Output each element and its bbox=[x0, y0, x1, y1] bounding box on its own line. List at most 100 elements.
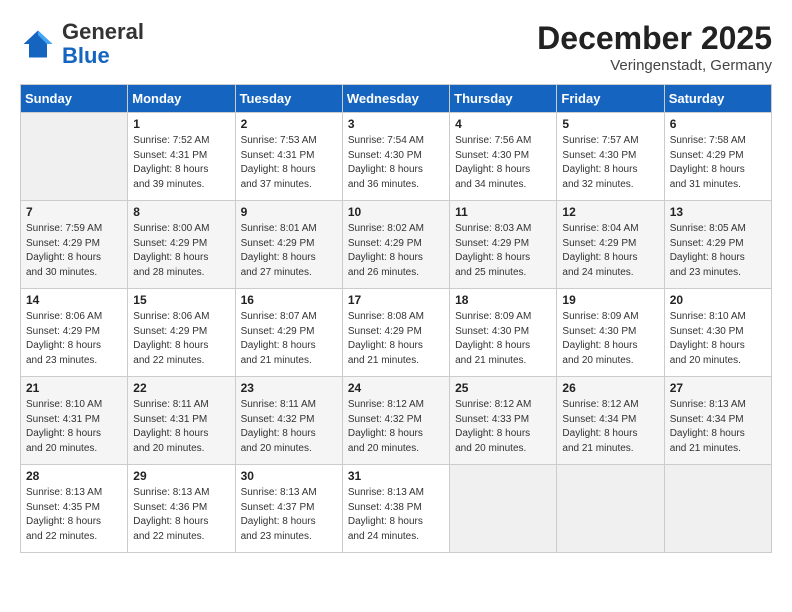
day-number: 5 bbox=[562, 117, 658, 131]
calendar-day-cell: 13 Sunrise: 8:05 AM Sunset: 4:29 PM Dayli… bbox=[664, 201, 771, 289]
weekday-header: Tuesday bbox=[235, 85, 342, 113]
calendar-day-cell: 2 Sunrise: 7:53 AM Sunset: 4:31 PM Daylig… bbox=[235, 113, 342, 201]
weekday-header: Saturday bbox=[664, 85, 771, 113]
calendar-week-row: 7 Sunrise: 7:59 AM Sunset: 4:29 PM Daylig… bbox=[21, 201, 772, 289]
day-info: Sunrise: 8:13 AM Sunset: 4:34 PM Dayligh… bbox=[670, 398, 766, 456]
day-number: 24 bbox=[348, 381, 444, 395]
day-info: Sunrise: 7:53 AM Sunset: 4:31 PM Dayligh… bbox=[241, 134, 337, 192]
day-number: 30 bbox=[241, 469, 337, 483]
day-info: Sunrise: 8:11 AM Sunset: 4:32 PM Dayligh… bbox=[241, 398, 337, 456]
day-info: Sunrise: 8:13 AM Sunset: 4:38 PM Dayligh… bbox=[348, 486, 444, 544]
day-info: Sunrise: 8:12 AM Sunset: 4:33 PM Dayligh… bbox=[455, 398, 551, 456]
day-info: Sunrise: 8:07 AM Sunset: 4:29 PM Dayligh… bbox=[241, 310, 337, 368]
logo-general-text: General bbox=[62, 19, 144, 44]
calendar-week-row: 28Sunrise: 8:13 AM Sunset: 4:35 PM Dayli… bbox=[21, 465, 772, 553]
day-number: 10 bbox=[348, 205, 444, 219]
calendar-day-cell: 31Sunrise: 8:13 AM Sunset: 4:38 PM Dayli… bbox=[342, 465, 449, 553]
day-number: 22 bbox=[133, 381, 229, 395]
weekday-header: Friday bbox=[557, 85, 664, 113]
calendar-day-cell: 27 Sunrise: 8:13 AM Sunset: 4:34 PM Dayli… bbox=[664, 377, 771, 465]
day-info: Sunrise: 8:01 AM Sunset: 4:29 PM Dayligh… bbox=[241, 222, 337, 280]
calendar-day-cell: 18 Sunrise: 8:09 AM Sunset: 4:30 PM Dayli… bbox=[450, 289, 557, 377]
calendar-day-cell: 1 Sunrise: 7:52 AM Sunset: 4:31 PM Daylig… bbox=[128, 113, 235, 201]
title-block: December 2025 Veringenstadt, Germany bbox=[537, 20, 772, 74]
day-info: Sunrise: 8:12 AM Sunset: 4:32 PM Dayligh… bbox=[348, 398, 444, 456]
weekday-header: Thursday bbox=[450, 85, 557, 113]
calendar-week-row: 14 Sunrise: 8:06 AM Sunset: 4:29 PM Dayli… bbox=[21, 289, 772, 377]
calendar-day-cell: 24 Sunrise: 8:12 AM Sunset: 4:32 PM Dayli… bbox=[342, 377, 449, 465]
day-info: Sunrise: 8:11 AM Sunset: 4:31 PM Dayligh… bbox=[133, 398, 229, 456]
calendar-day-cell: 5 Sunrise: 7:57 AM Sunset: 4:30 PM Daylig… bbox=[557, 113, 664, 201]
day-info: Sunrise: 8:08 AM Sunset: 4:29 PM Dayligh… bbox=[348, 310, 444, 368]
calendar-day-cell bbox=[21, 113, 128, 201]
day-number: 19 bbox=[562, 293, 658, 307]
calendar-day-cell bbox=[450, 465, 557, 553]
day-info: Sunrise: 8:00 AM Sunset: 4:29 PM Dayligh… bbox=[133, 222, 229, 280]
day-info: Sunrise: 7:59 AM Sunset: 4:29 PM Dayligh… bbox=[26, 222, 122, 280]
calendar-day-cell: 6 Sunrise: 7:58 AM Sunset: 4:29 PM Daylig… bbox=[664, 113, 771, 201]
day-info: Sunrise: 8:12 AM Sunset: 4:34 PM Dayligh… bbox=[562, 398, 658, 456]
calendar-day-cell: 28Sunrise: 8:13 AM Sunset: 4:35 PM Dayli… bbox=[21, 465, 128, 553]
day-number: 29 bbox=[133, 469, 229, 483]
day-number: 12 bbox=[562, 205, 658, 219]
day-info: Sunrise: 7:58 AM Sunset: 4:29 PM Dayligh… bbox=[670, 134, 766, 192]
calendar-day-cell: 10 Sunrise: 8:02 AM Sunset: 4:29 PM Dayli… bbox=[342, 201, 449, 289]
day-number: 16 bbox=[241, 293, 337, 307]
page-header: General Blue December 2025 Veringenstadt… bbox=[20, 20, 772, 74]
calendar-day-cell: 30Sunrise: 8:13 AM Sunset: 4:37 PM Dayli… bbox=[235, 465, 342, 553]
day-number: 23 bbox=[241, 381, 337, 395]
day-info: Sunrise: 7:57 AM Sunset: 4:30 PM Dayligh… bbox=[562, 134, 658, 192]
day-info: Sunrise: 8:09 AM Sunset: 4:30 PM Dayligh… bbox=[562, 310, 658, 368]
day-info: Sunrise: 8:06 AM Sunset: 4:29 PM Dayligh… bbox=[133, 310, 229, 368]
day-number: 3 bbox=[348, 117, 444, 131]
calendar-day-cell: 21Sunrise: 8:10 AM Sunset: 4:31 PM Dayli… bbox=[21, 377, 128, 465]
day-number: 15 bbox=[133, 293, 229, 307]
day-info: Sunrise: 8:04 AM Sunset: 4:29 PM Dayligh… bbox=[562, 222, 658, 280]
day-info: Sunrise: 8:13 AM Sunset: 4:36 PM Dayligh… bbox=[133, 486, 229, 544]
calendar-day-cell: 20Sunrise: 8:10 AM Sunset: 4:30 PM Dayli… bbox=[664, 289, 771, 377]
day-info: Sunrise: 8:02 AM Sunset: 4:29 PM Dayligh… bbox=[348, 222, 444, 280]
calendar-day-cell: 26Sunrise: 8:12 AM Sunset: 4:34 PM Dayli… bbox=[557, 377, 664, 465]
calendar-day-cell bbox=[557, 465, 664, 553]
day-info: Sunrise: 8:05 AM Sunset: 4:29 PM Dayligh… bbox=[670, 222, 766, 280]
day-number: 18 bbox=[455, 293, 551, 307]
day-info: Sunrise: 7:52 AM Sunset: 4:31 PM Dayligh… bbox=[133, 134, 229, 192]
calendar-week-row: 21Sunrise: 8:10 AM Sunset: 4:31 PM Dayli… bbox=[21, 377, 772, 465]
logo-blue-text: Blue bbox=[62, 43, 110, 68]
day-number: 11 bbox=[455, 205, 551, 219]
day-number: 27 bbox=[670, 381, 766, 395]
day-number: 2 bbox=[241, 117, 337, 131]
calendar-day-cell: 25 Sunrise: 8:12 AM Sunset: 4:33 PM Dayli… bbox=[450, 377, 557, 465]
day-number: 1 bbox=[133, 117, 229, 131]
calendar-day-cell: 29 Sunrise: 8:13 AM Sunset: 4:36 PM Dayli… bbox=[128, 465, 235, 553]
calendar-day-cell: 9 Sunrise: 8:01 AM Sunset: 4:29 PM Daylig… bbox=[235, 201, 342, 289]
calendar-day-cell: 14Sunrise: 8:06 AM Sunset: 4:29 PM Dayli… bbox=[21, 289, 128, 377]
day-number: 25 bbox=[455, 381, 551, 395]
day-number: 14 bbox=[26, 293, 122, 307]
day-info: Sunrise: 7:54 AM Sunset: 4:30 PM Dayligh… bbox=[348, 134, 444, 192]
calendar-day-cell bbox=[664, 465, 771, 553]
calendar-day-cell: 11 Sunrise: 8:03 AM Sunset: 4:29 PM Dayli… bbox=[450, 201, 557, 289]
weekday-header: Wednesday bbox=[342, 85, 449, 113]
day-number: 4 bbox=[455, 117, 551, 131]
calendar-week-row: 1 Sunrise: 7:52 AM Sunset: 4:31 PM Daylig… bbox=[21, 113, 772, 201]
day-number: 9 bbox=[241, 205, 337, 219]
day-number: 17 bbox=[348, 293, 444, 307]
calendar-day-cell: 8Sunrise: 8:00 AM Sunset: 4:29 PM Daylig… bbox=[128, 201, 235, 289]
day-number: 6 bbox=[670, 117, 766, 131]
calendar-day-cell: 17 Sunrise: 8:08 AM Sunset: 4:29 PM Dayli… bbox=[342, 289, 449, 377]
logo-icon bbox=[20, 26, 56, 62]
calendar-day-cell: 16 Sunrise: 8:07 AM Sunset: 4:29 PM Dayli… bbox=[235, 289, 342, 377]
day-number: 13 bbox=[670, 205, 766, 219]
calendar-day-cell: 3 Sunrise: 7:54 AM Sunset: 4:30 PM Daylig… bbox=[342, 113, 449, 201]
day-info: Sunrise: 8:09 AM Sunset: 4:30 PM Dayligh… bbox=[455, 310, 551, 368]
day-info: Sunrise: 7:56 AM Sunset: 4:30 PM Dayligh… bbox=[455, 134, 551, 192]
month-title: December 2025 bbox=[537, 20, 772, 57]
day-number: 28 bbox=[26, 469, 122, 483]
day-number: 7 bbox=[26, 205, 122, 219]
location: Veringenstadt, Germany bbox=[537, 57, 772, 74]
logo: General Blue bbox=[20, 20, 144, 68]
day-number: 21 bbox=[26, 381, 122, 395]
day-info: Sunrise: 8:03 AM Sunset: 4:29 PM Dayligh… bbox=[455, 222, 551, 280]
calendar-day-cell: 22 Sunrise: 8:11 AM Sunset: 4:31 PM Dayli… bbox=[128, 377, 235, 465]
